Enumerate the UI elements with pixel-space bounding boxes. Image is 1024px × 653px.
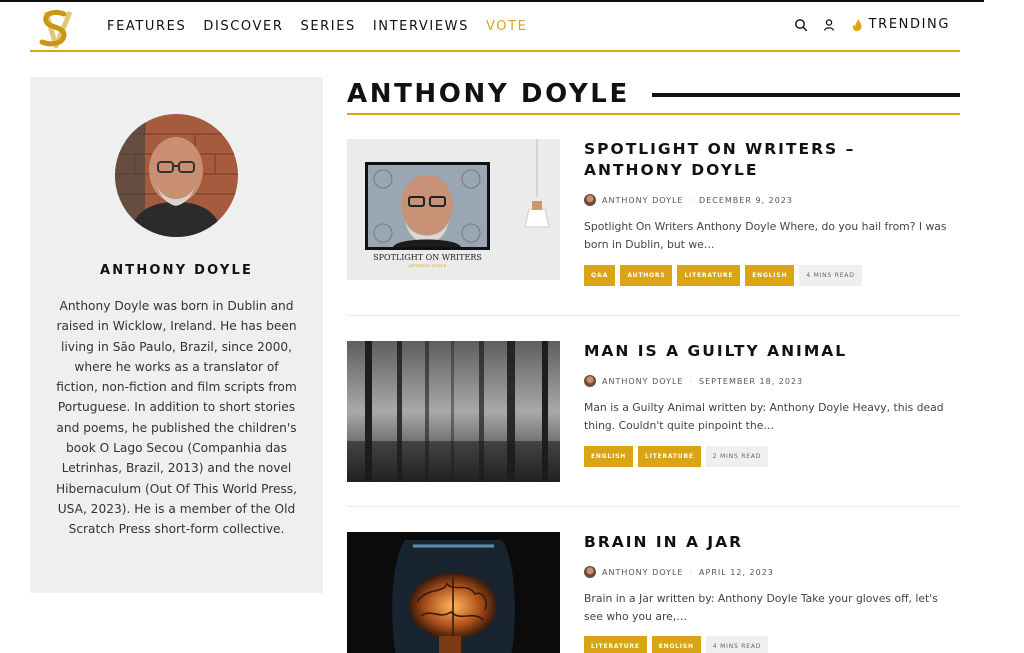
search-icon[interactable] [794,18,808,32]
nav-item-vote[interactable]: VOTE [486,19,527,34]
post-date: DECEMBER 9, 2023 [699,195,793,205]
logo-letters: SV [30,6,32,7]
trending-label: TRENDING [868,17,950,32]
site-logo[interactable]: SV [30,6,86,50]
post-date: APRIL 12, 2023 [699,567,774,577]
post-meta: ANTHONY DOYLE · DECEMBER 9, 2023 [584,194,793,206]
author-bio: Anthony Doyle was born in Dublin and rai… [55,299,298,537]
post-thumbnail[interactable] [347,532,560,653]
title-rule [652,93,960,97]
header-tools: TRENDING [794,17,950,32]
tag-english[interactable]: ENGLISH [745,265,795,286]
site-header: SV FEATURES DISCOVER SERIES INTERVIEWS V… [30,2,960,52]
meta-separator: · [689,195,694,205]
post-card: BRAIN IN A JAR ANTHONY DOYLE · APRIL 12,… [347,532,960,653]
post-date: SEPTEMBER 18, 2023 [699,376,804,386]
nav-item-interviews[interactable]: INTERVIEWS [373,19,469,34]
post-tags: ENGLISH LITERATURE 2 MINS READ [584,446,769,467]
post-author[interactable]: ANTHONY DOYLE [602,377,684,386]
logo-icon: SV [30,6,73,49]
page-title-block: ANTHONY DOYLE [347,79,960,115]
post-divider [347,506,960,507]
main-nav: FEATURES DISCOVER SERIES INTERVIEWS VOTE [107,19,527,34]
author-avatar [115,114,238,237]
nav-item-features[interactable]: FEATURES [107,19,186,34]
thumb-caption: SPOTLIGHT ON WRITERS [373,253,482,262]
post-excerpt: Man is a Guilty Animal written by: Antho… [584,401,944,432]
read-time: 2 MINS READ [705,446,769,467]
author-avatar-small [584,375,596,387]
read-time: 4 MINS READ [705,636,769,653]
post-author[interactable]: ANTHONY DOYLE [602,196,684,205]
thumb-subcaption: ANTHONY DOYLE [408,263,447,268]
tag-authors[interactable]: AUTHORS [620,265,673,286]
tag-literature[interactable]: LITERATURE [677,265,741,286]
nav-item-series[interactable]: SERIES [300,19,355,34]
post-tags: LITERATURE ENGLISH 4 MINS READ [584,636,769,653]
tag-english[interactable]: ENGLISH [584,446,634,467]
post-thumbnail[interactable]: SPOTLIGHT ON WRITERS ANTHONY DOYLE [347,139,560,280]
post-card: MAN IS A GUILTY ANIMAL ANTHONY DOYLE · S… [347,341,960,491]
nav-item-discover[interactable]: DISCOVER [203,19,283,34]
post-excerpt: Brain in a Jar written by: Anthony Doyle… [584,592,938,623]
post-tags: Q&A AUTHORS LITERATURE ENGLISH 4 MINS RE… [584,265,862,286]
user-icon[interactable] [822,18,836,32]
author-avatar-small [584,566,596,578]
meta-separator: · [689,376,694,386]
post-title[interactable]: SPOTLIGHT ON WRITERS – ANTHONY DOYLE [584,139,954,181]
post-card: SPOTLIGHT ON WRITERS ANTHONY DOYLE SPOTL… [347,139,960,289]
post-meta: ANTHONY DOYLE · SEPTEMBER 18, 2023 [584,375,803,387]
post-author[interactable]: ANTHONY DOYLE [602,568,684,577]
page-title: ANTHONY DOYLE [347,79,630,109]
author-box: ANTHONY DOYLE Anthony Doyle was born in … [30,77,323,593]
tag-literature[interactable]: LITERATURE [638,446,701,467]
post-divider [347,315,960,316]
flame-icon [852,18,862,31]
post-title[interactable]: MAN IS A GUILTY ANIMAL [584,341,954,362]
trending-link[interactable]: TRENDING [850,17,950,32]
post-title[interactable]: BRAIN IN A JAR [584,532,954,553]
tag-english[interactable]: ENGLISH [651,636,701,653]
tag-qa[interactable]: Q&A [584,265,616,286]
post-thumbnail[interactable] [347,341,560,482]
read-time: 4 MINS READ [799,265,862,286]
post-excerpt: Spotlight On Writers Anthony Doyle Where… [584,220,947,251]
author-avatar-small [584,194,596,206]
author-name: ANTHONY DOYLE [99,263,254,278]
post-meta: ANTHONY DOYLE · APRIL 12, 2023 [584,566,774,578]
tag-literature[interactable]: LITERATURE [584,636,647,653]
meta-separator: · [689,567,694,577]
